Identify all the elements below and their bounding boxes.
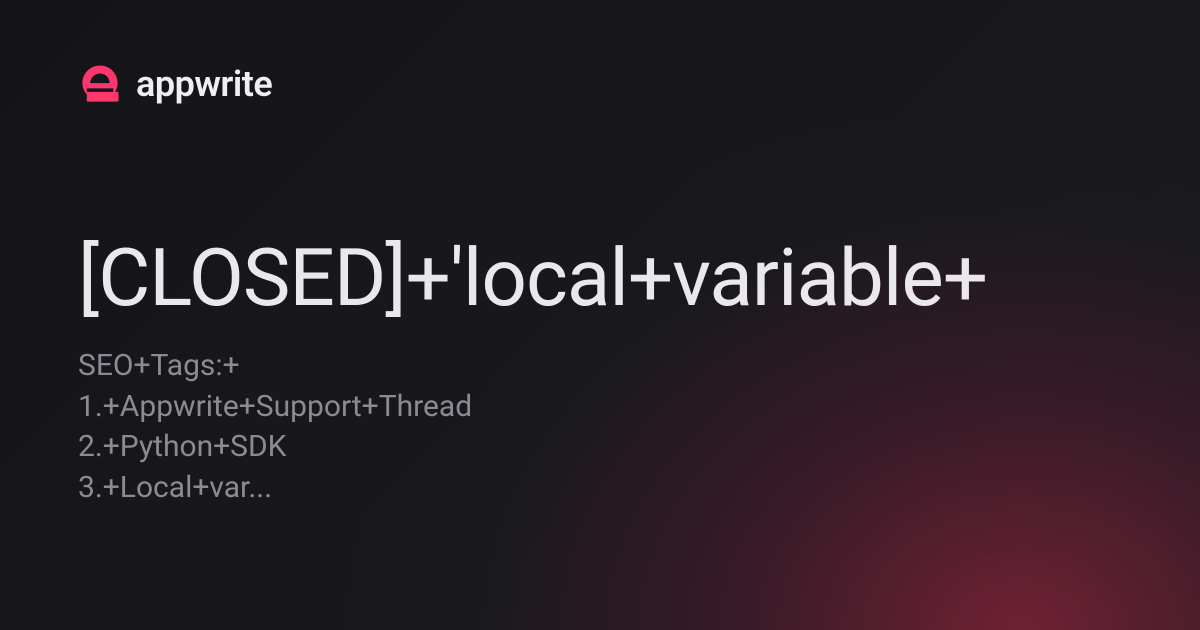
logo-row: appwrite (78, 62, 1122, 106)
content-container: appwrite [CLOSED]+'local+variable+ SEO+T… (0, 0, 1200, 630)
page-description: SEO+Tags:+ 1.+Appwrite+Support+Thread 2.… (78, 346, 1122, 508)
page-title: [CLOSED]+'local+variable+ (78, 234, 1122, 322)
brand-name: appwrite (136, 63, 272, 105)
appwrite-logo-icon (78, 62, 122, 106)
main-area: [CLOSED]+'local+variable+ SEO+Tags:+ 1.+… (78, 234, 1122, 508)
